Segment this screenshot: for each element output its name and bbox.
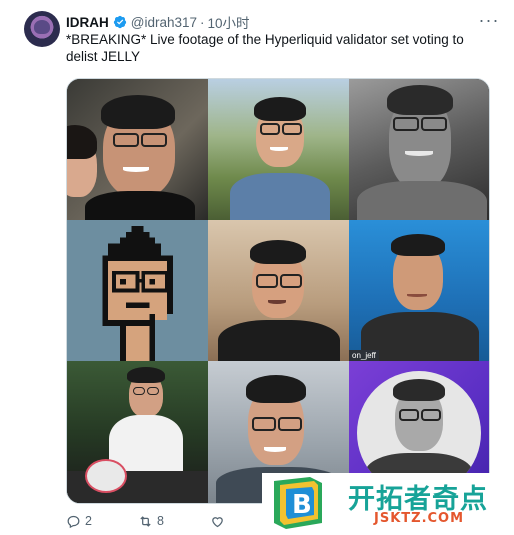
photo-toy-figure bbox=[85, 459, 127, 493]
photo-glasses bbox=[252, 417, 276, 431]
site-watermark: B 开拓者奇点 JSKTZ.COM bbox=[262, 473, 514, 535]
collage-photo-5[interactable] bbox=[208, 220, 349, 361]
photo-hair bbox=[250, 240, 306, 264]
like-icon bbox=[212, 516, 223, 527]
photo-glasses bbox=[421, 117, 447, 131]
photo-hair bbox=[387, 85, 453, 115]
video-call-name-label: on_jeff bbox=[349, 350, 379, 361]
photo-smile bbox=[405, 151, 433, 156]
photo-glasses bbox=[141, 133, 167, 147]
author-name[interactable]: IDRAH bbox=[66, 15, 109, 30]
author-avatar[interactable] bbox=[24, 11, 60, 47]
collage-photo-2[interactable] bbox=[208, 79, 349, 220]
photo-glasses bbox=[282, 123, 302, 135]
photo-smile bbox=[264, 447, 286, 452]
photo-glasses bbox=[278, 417, 302, 431]
watermark-latin-text: JSKTZ.COM bbox=[374, 511, 465, 526]
photo-glasses bbox=[133, 387, 145, 395]
collage-photo-4-pixel-art[interactable] bbox=[67, 220, 208, 361]
photo-smile bbox=[270, 147, 288, 151]
verified-badge-icon bbox=[113, 15, 126, 29]
watermark-logo-icon: B bbox=[274, 477, 322, 529]
photo-glasses bbox=[399, 409, 419, 421]
pixel-punk-figure bbox=[102, 225, 173, 361]
photo-hair bbox=[101, 95, 175, 129]
photo-shirt bbox=[230, 173, 330, 220]
collage-photo-3[interactable] bbox=[349, 79, 489, 220]
reply-button[interactable]: 2 bbox=[66, 514, 92, 529]
photo-hair bbox=[254, 97, 306, 121]
photo-hair bbox=[67, 125, 97, 159]
photo-mouth bbox=[268, 300, 286, 304]
photo-shirt bbox=[357, 181, 487, 220]
retweet-count: 8 bbox=[156, 514, 164, 528]
tweet-text: *BREAKING* Live footage of the Hyperliqu… bbox=[66, 32, 464, 64]
photo-shirt bbox=[218, 320, 340, 361]
tweet-header: IDRAH @idrah317 · 10小时 bbox=[66, 12, 250, 32]
tweet-media[interactable]: on_jeff bbox=[66, 78, 490, 504]
like-button[interactable] bbox=[210, 514, 229, 529]
photo-glasses bbox=[393, 117, 419, 131]
photo-hair bbox=[391, 234, 445, 256]
more-icon[interactable]: ··· bbox=[476, 11, 502, 32]
retweet-button[interactable]: 8 bbox=[138, 514, 164, 529]
watermark-logo-letter: B bbox=[292, 490, 312, 520]
avatar-figure bbox=[34, 20, 50, 34]
tweet-actions: 2 8 bbox=[66, 511, 275, 531]
tweet-timestamp[interactable]: 10小时 bbox=[208, 12, 250, 32]
photo-glasses bbox=[147, 387, 159, 395]
photo-shirt bbox=[85, 191, 195, 220]
photo-hair bbox=[246, 375, 306, 403]
collage-photo-6[interactable]: on_jeff bbox=[349, 220, 489, 361]
photo-hair bbox=[127, 367, 165, 383]
photo-hair bbox=[393, 379, 445, 401]
author-handle[interactable]: @idrah317 bbox=[131, 15, 197, 30]
separator-dot: · bbox=[200, 14, 205, 30]
photo-glasses bbox=[260, 123, 280, 135]
reply-icon bbox=[67, 515, 80, 528]
retweet-icon bbox=[140, 515, 151, 527]
collage-photo-1[interactable] bbox=[67, 79, 208, 220]
photo-smile bbox=[123, 167, 149, 172]
collage-photo-7[interactable] bbox=[67, 361, 208, 503]
photo-glasses bbox=[280, 274, 302, 288]
photo-mouth bbox=[407, 294, 427, 297]
photo-glasses bbox=[421, 409, 441, 421]
photo-glasses bbox=[256, 274, 278, 288]
photo-glasses bbox=[113, 133, 139, 147]
reply-count: 2 bbox=[85, 514, 92, 528]
